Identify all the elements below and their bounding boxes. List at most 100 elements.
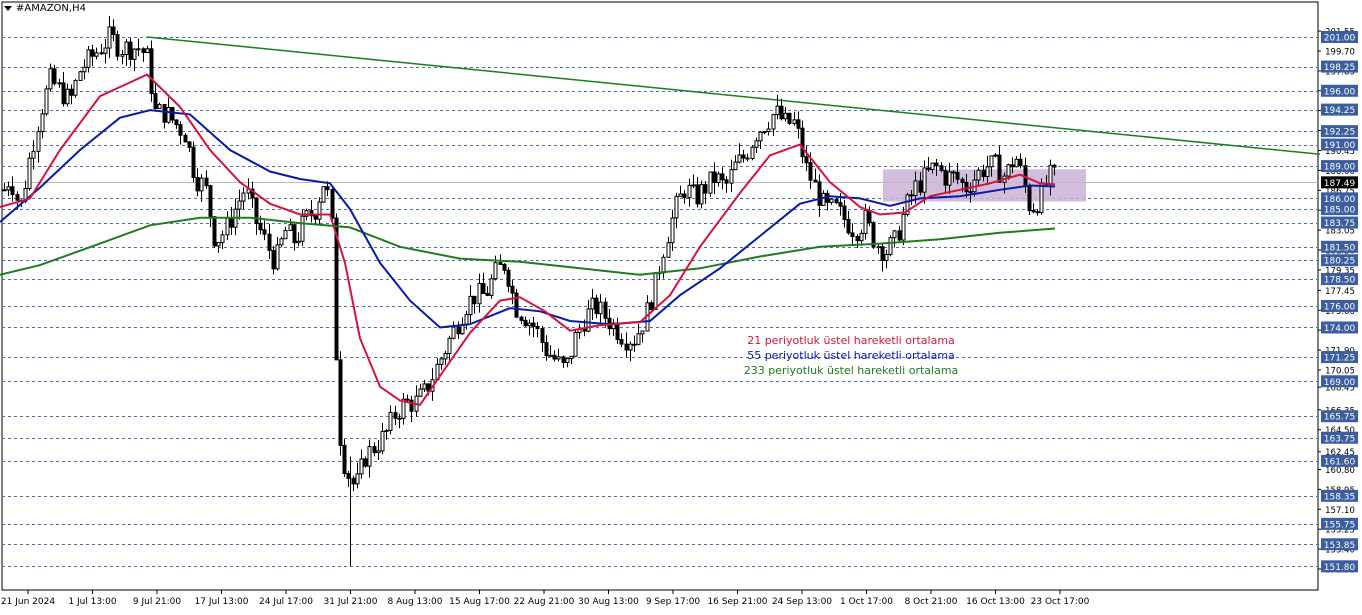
candle-body — [750, 146, 755, 159]
candle-body — [73, 79, 78, 96]
candle-body — [393, 412, 398, 419]
x-axis-tick-label: 16 Sep 21:00 — [707, 597, 767, 607]
candle-body — [930, 162, 935, 170]
candle-body — [78, 71, 83, 81]
x-axis-tick-label: 31 Jul 21:00 — [324, 597, 378, 607]
price-label: 171.25 — [1324, 354, 1356, 364]
candle-body — [6, 186, 11, 191]
candle-body — [502, 263, 507, 271]
price-label: 155.75 — [1324, 520, 1356, 530]
candle-body — [178, 124, 183, 136]
candle-body — [254, 197, 259, 224]
candle-body — [691, 184, 696, 187]
candle-body — [859, 232, 864, 242]
candle-body — [615, 322, 620, 341]
candle-body — [1035, 211, 1040, 214]
price-label: 194.25 — [1324, 106, 1356, 116]
candle-body — [300, 215, 305, 242]
candle-body — [69, 88, 74, 96]
price-label: 181.50 — [1324, 243, 1356, 253]
candle-body — [699, 184, 704, 205]
candle-body — [288, 224, 293, 231]
candle-body — [989, 155, 994, 168]
candle-body — [313, 215, 318, 220]
candle-body — [842, 205, 847, 220]
candle-body — [556, 356, 561, 360]
x-axis-tick-label: 8 Oct 21:00 — [905, 597, 958, 607]
candle-body — [162, 103, 167, 123]
x-axis-tick-label: 8 Aug 13:00 — [388, 597, 443, 607]
candle-body — [397, 417, 402, 420]
dropdown-triangle-icon[interactable] — [4, 5, 12, 11]
candle-body — [61, 82, 66, 105]
candle-body — [1010, 164, 1015, 168]
candle-body — [94, 52, 99, 57]
axis-tick-label: 160.80 — [1325, 466, 1355, 476]
candle-body — [1039, 183, 1044, 214]
candle-body — [519, 316, 524, 321]
candle-body — [1027, 185, 1032, 212]
candle-body — [758, 131, 763, 142]
chart-frame: 21 periyotluk üstel hareketli ortalama 55… — [0, 0, 1362, 611]
chart-title[interactable]: #AMAZON,H4 — [4, 3, 86, 14]
candle-body — [724, 179, 729, 184]
candle-body — [1014, 158, 1019, 168]
candle-body — [985, 166, 990, 177]
candle-body — [477, 282, 482, 305]
candle-body — [741, 154, 746, 159]
candle-body — [628, 343, 633, 351]
price-label: 165.75 — [1324, 413, 1356, 423]
candle-body — [447, 337, 452, 355]
candle-body — [359, 458, 364, 475]
candle-body — [661, 256, 666, 274]
x-axis-tick-label: 1 Oct 17:00 — [840, 597, 893, 607]
candle-body — [653, 272, 658, 310]
candle-body — [338, 359, 343, 446]
candle-body — [275, 244, 280, 270]
x-axis-tick-label: 23 Oct 17:00 — [1031, 597, 1090, 607]
candle-body — [846, 218, 851, 234]
candle-body — [955, 171, 960, 180]
candle-body — [855, 236, 860, 242]
candle-body — [468, 295, 473, 316]
candle-body — [498, 262, 503, 265]
candle-body — [745, 157, 750, 160]
candle-body — [195, 176, 200, 192]
candle-body — [880, 246, 885, 261]
price-label: 185.00 — [1324, 206, 1356, 216]
candle-body — [279, 238, 284, 246]
candle-body — [40, 113, 45, 133]
candle-body — [191, 146, 196, 178]
candle-body — [141, 48, 146, 53]
x-axis-tick-label: 9 Jul 21:00 — [133, 597, 182, 607]
price-label: 163.75 — [1324, 434, 1356, 444]
candle-body — [384, 429, 389, 432]
candle-body — [107, 26, 112, 49]
axis-tick-label: 199.70 — [1325, 47, 1355, 57]
candle-body — [216, 242, 221, 247]
candle-body — [552, 354, 557, 360]
price-label: 178.50 — [1324, 276, 1356, 286]
candle-body — [829, 198, 834, 203]
candle-body — [342, 444, 347, 475]
candle-body — [351, 477, 356, 485]
candle-body — [241, 192, 246, 202]
price-label: 196.00 — [1324, 87, 1356, 97]
candle-body — [737, 154, 742, 163]
candle-body — [120, 53, 125, 57]
candle-body — [330, 189, 335, 219]
candle-body — [174, 119, 179, 126]
candle-body — [804, 156, 809, 164]
candle-body — [783, 112, 788, 120]
candle-body — [766, 128, 771, 133]
candle-body — [771, 114, 776, 130]
candle-body — [720, 173, 725, 181]
candle-body — [867, 209, 872, 224]
chart-svg[interactable]: 21 periyotluk üstel hareketli ortalama 55… — [0, 0, 1362, 611]
candle-body — [82, 66, 87, 73]
candle-body — [729, 169, 734, 184]
price-label: 183.75 — [1324, 219, 1356, 229]
price-label: 161.60 — [1324, 457, 1356, 467]
candle-body — [573, 331, 578, 357]
candle-body — [913, 180, 918, 197]
